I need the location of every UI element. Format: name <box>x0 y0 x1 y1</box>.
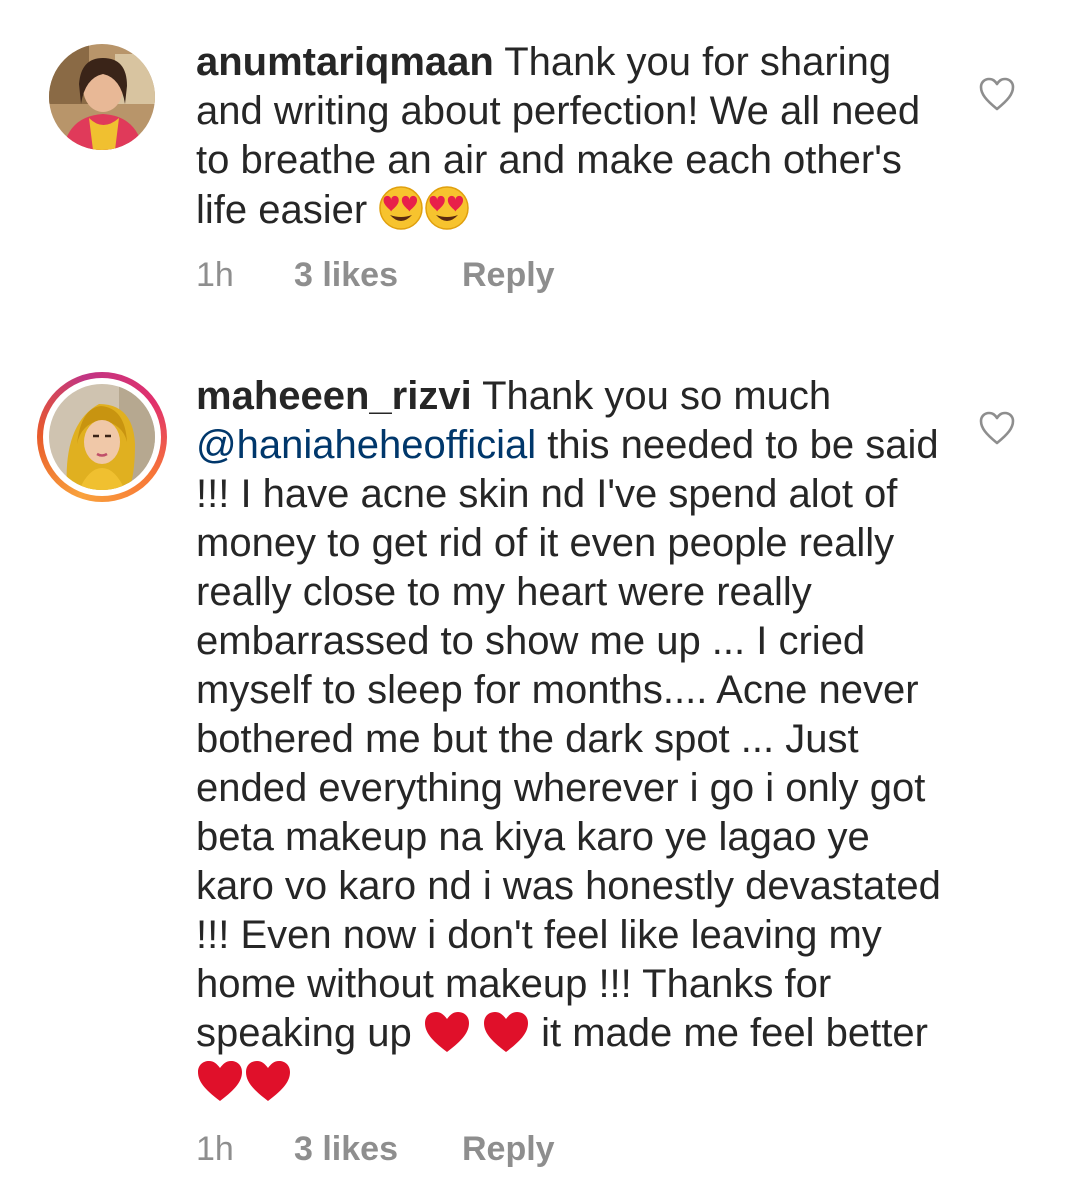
reply-button[interactable]: Reply <box>462 256 555 295</box>
red-heart-emoji-icon <box>423 1010 471 1054</box>
comment-body: maheeen_rizvi Thank you so much @haniahe… <box>196 372 956 1107</box>
comment-body: anumtariqmaan Thank you for sharing and … <box>196 38 956 235</box>
comment-likes[interactable]: 3 likes <box>294 1130 462 1169</box>
comment-text: it made me feel better <box>529 1011 928 1055</box>
heart-eyes-emoji-icon <box>378 185 424 231</box>
comment-text: Thank you so much <box>471 374 832 418</box>
heart-eyes-emoji-icon <box>424 185 470 231</box>
comment-meta: 1h 3 likes Reply <box>196 256 555 295</box>
avatar[interactable] <box>49 44 155 150</box>
comment-username[interactable]: anumtariqmaan <box>196 40 494 84</box>
reply-button[interactable]: Reply <box>462 1130 555 1169</box>
red-heart-emoji-icon <box>244 1059 292 1103</box>
comment-time: 1h <box>196 256 234 294</box>
story-ring[interactable] <box>37 372 167 502</box>
mention-link[interactable]: @haniaheheofficial <box>196 423 536 467</box>
red-heart-emoji-icon <box>482 1010 530 1054</box>
avatar[interactable] <box>49 384 155 490</box>
comment-likes[interactable]: 3 likes <box>294 256 462 295</box>
heart-outline-icon[interactable] <box>978 410 1016 446</box>
red-heart-emoji-icon <box>196 1059 244 1103</box>
comment-username[interactable]: maheeen_rizvi <box>196 374 472 418</box>
heart-outline-icon[interactable] <box>978 76 1016 112</box>
comment-text: this needed to be said !!! I have acne s… <box>196 423 941 1055</box>
comment-meta: 1h 3 likes Reply <box>196 1130 555 1169</box>
comment-time: 1h <box>196 1130 234 1168</box>
